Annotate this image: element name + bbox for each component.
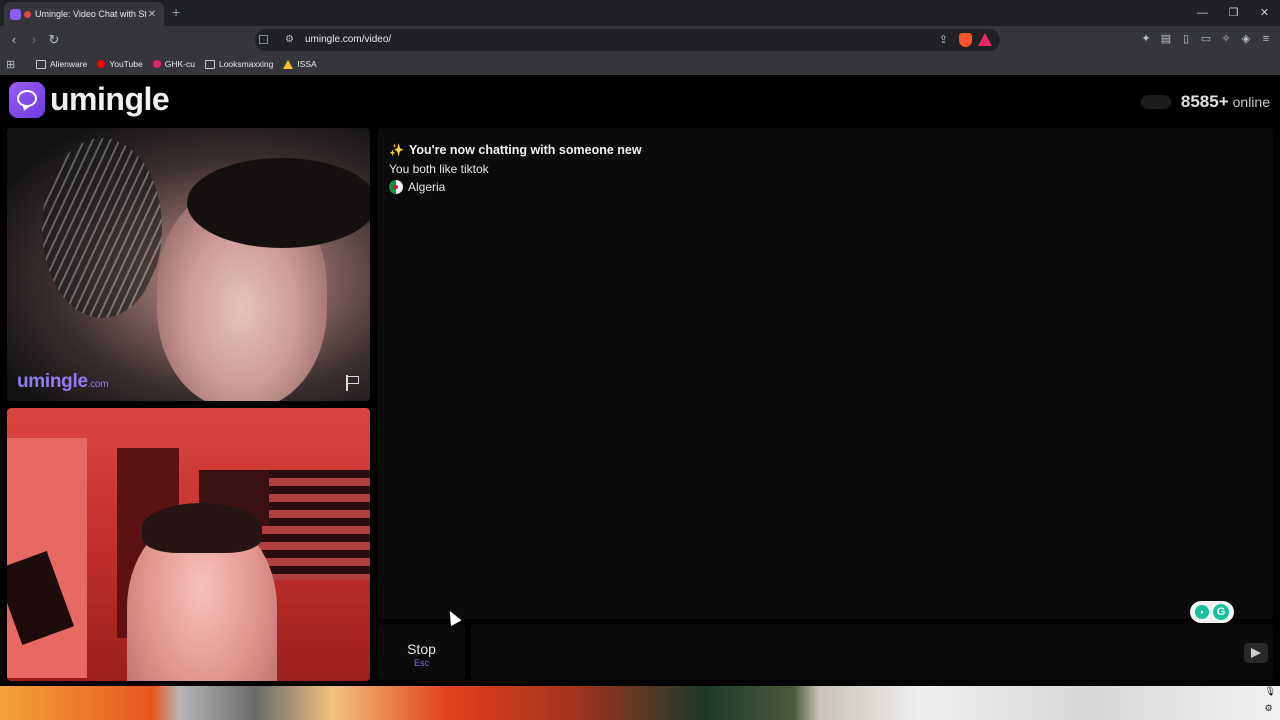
bookmark-ghk-cu[interactable]: GHK-cu	[152, 59, 195, 69]
shortcut-hint: Esc	[413, 658, 429, 668]
browser-tab-bar: Umingle: Video Chat with St ✕ + — ❐ ✕	[0, 0, 1280, 26]
address-bar[interactable]: ☐ ⚙ umingle.com/video/ ⇪	[255, 29, 1000, 51]
bookmark-icon[interactable]: ☐	[258, 29, 269, 51]
tab-title: Umingle: Video Chat with St	[35, 9, 146, 19]
ghk-icon	[152, 60, 161, 68]
stop-button[interactable]: Stop Esc	[378, 624, 465, 680]
youtube-icon	[97, 60, 106, 68]
settings-icon[interactable]: ⚙	[1265, 700, 1276, 717]
browser-toolbar: ‹ › ↻ ☐ ⚙ umingle.com/video/ ⇪ ✦ ▤ ▯ ▭ ✧…	[0, 26, 1280, 53]
grammarly-status-icon[interactable]: •	[1195, 605, 1209, 619]
bookmarks-bar: ⊞ Alienware YouTube GHK-cu Looksmaxxing …	[0, 53, 1280, 75]
system-message: ✨ You're now chatting with someone new	[389, 143, 642, 157]
chat-bubble-logo-icon[interactable]	[9, 82, 45, 118]
leo-icon[interactable]: ✧	[1218, 26, 1234, 53]
bookmark-looksmaxxing[interactable]: Looksmaxxing	[204, 59, 273, 69]
media-icon[interactable]: ▤	[1158, 26, 1174, 53]
share-icon[interactable]: ⇪	[939, 29, 948, 51]
folder-icon	[36, 59, 46, 69]
overlay-banner	[0, 686, 1280, 720]
extensions-icon[interactable]: ✦	[1138, 26, 1154, 53]
site-header: umingle 8585+ online	[0, 75, 1280, 125]
common-interest-message: You both like tiktok	[389, 162, 489, 176]
bookmark-issa[interactable]: ISSA	[283, 59, 317, 69]
send-icon	[1251, 648, 1261, 658]
online-count: 8585+	[1180, 92, 1229, 111]
stranger-video: umingle.com	[7, 128, 370, 401]
site-info-icon[interactable]: ⚙	[285, 29, 294, 51]
folder-icon	[204, 59, 215, 69]
country-message: Algeria	[389, 180, 445, 194]
report-flag-icon[interactable]	[344, 375, 362, 391]
online-counter: 8585+ online	[1140, 92, 1270, 112]
microphone-icon[interactable]: 🎙	[1265, 683, 1276, 700]
brave-rewards-icon[interactable]	[978, 33, 992, 46]
overlay-icons: 🎙 ⚙	[1265, 683, 1276, 717]
algeria-flag-icon	[389, 180, 403, 194]
site-logo[interactable]: umingle	[50, 81, 170, 118]
bookmark-youtube[interactable]: YouTube	[97, 59, 143, 69]
toolbar-right-icons: ✦ ▤ ▯ ▭ ✧ ◈ ≡	[1138, 26, 1274, 53]
browser-tab[interactable]: Umingle: Video Chat with St ✕	[4, 2, 164, 26]
umingle-favicon-icon	[10, 8, 21, 20]
online-label: online	[1232, 94, 1270, 110]
theme-toggle[interactable]	[1140, 95, 1171, 109]
grammarly-icon[interactable]: G	[1213, 604, 1229, 620]
minimize-icon[interactable]: —	[1187, 0, 1218, 26]
menu-icon[interactable]: ≡	[1258, 26, 1274, 53]
url-text[interactable]: umingle.com/video/	[305, 29, 391, 51]
sidebar-icon[interactable]: ▯	[1178, 26, 1194, 53]
reload-icon[interactable]: ↻	[44, 26, 64, 53]
message-input[interactable]	[471, 624, 1273, 680]
sparkles-icon: ✨	[389, 143, 404, 157]
apps-grid-icon[interactable]: ⊞	[6, 58, 20, 71]
chat-log: ✨ You're now chatting with someone new Y…	[378, 128, 1273, 623]
watermark: umingle.com	[17, 371, 109, 392]
close-window-icon[interactable]: ✕	[1249, 0, 1280, 26]
recording-icon	[24, 10, 31, 18]
window-controls: — ❐ ✕	[1187, 0, 1280, 26]
close-tab-icon[interactable]: ✕	[146, 9, 158, 20]
send-button[interactable]	[1244, 643, 1268, 663]
vpn-icon[interactable]: ◈	[1238, 26, 1254, 53]
brave-shield-icon[interactable]	[959, 33, 972, 47]
new-tab-icon[interactable]: +	[172, 4, 180, 20]
forward-icon[interactable]: ›	[24, 26, 44, 53]
restore-icon[interactable]: ❐	[1218, 0, 1249, 26]
grammarly-widget[interactable]: • G	[1190, 601, 1234, 623]
issa-icon	[283, 59, 294, 69]
wallet-icon[interactable]: ▭	[1198, 26, 1214, 53]
bookmark-alienware[interactable]: Alienware	[36, 59, 87, 69]
back-icon[interactable]: ‹	[4, 26, 24, 53]
self-video	[7, 408, 370, 681]
